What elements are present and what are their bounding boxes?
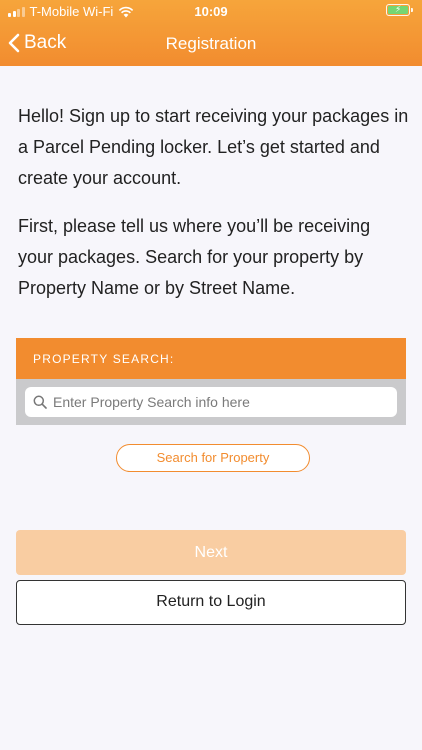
battery-fill: ⚡ xyxy=(388,4,408,14)
search-icon xyxy=(33,395,47,409)
top-bar: T-Mobile Wi-Fi 10:09 ⚡ Back Registration xyxy=(0,0,422,66)
page-title: Registration xyxy=(165,34,257,53)
intro-paragraph: Hello! Sign up to start receiving your p… xyxy=(18,106,409,188)
battery-icon: ⚡ xyxy=(386,4,413,16)
search-field[interactable] xyxy=(25,387,397,417)
property-search-input[interactable] xyxy=(53,394,397,410)
return-to-login-button[interactable]: Return to Login xyxy=(16,580,406,625)
nav-bar: Back Registration xyxy=(0,22,422,66)
instructions-paragraph: First, please tell us where you’ll be re… xyxy=(18,216,371,298)
property-search-header: PROPERTY SEARCH: xyxy=(16,338,406,379)
property-search-panel: PROPERTY SEARCH: xyxy=(16,338,406,425)
status-bar: T-Mobile Wi-Fi 10:09 ⚡ xyxy=(0,0,422,22)
search-property-button[interactable]: Search for Property xyxy=(116,444,310,472)
status-time: 10:09 xyxy=(194,4,228,19)
next-button[interactable]: Next xyxy=(16,530,406,575)
